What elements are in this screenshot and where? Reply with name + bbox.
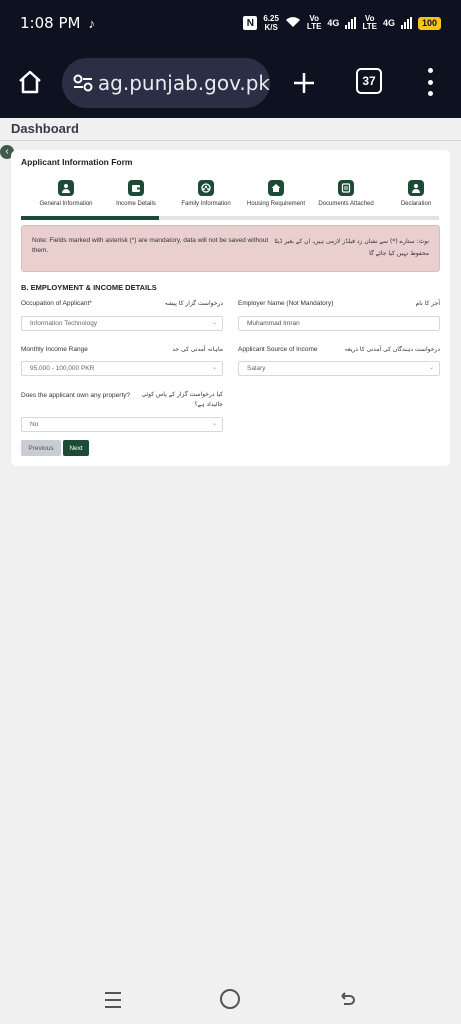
site-settings-icon[interactable] <box>68 73 98 93</box>
step-label: Family Information <box>181 201 231 207</box>
progress-fill <box>21 216 159 220</box>
chevron-left-icon: ‹ <box>5 146 9 157</box>
home-icon <box>19 70 41 94</box>
recent-apps-button[interactable] <box>105 990 125 1010</box>
mandatory-note: Note: Fields marked with asterisk (*) ar… <box>21 225 440 272</box>
nfc-icon: N <box>243 16 258 30</box>
browser-menu-button[interactable] <box>420 68 440 96</box>
tab-switcher-button[interactable]: 37 <box>356 68 382 94</box>
status-time: 1:08 PM <box>20 14 81 32</box>
system-back-button[interactable] <box>336 988 358 1010</box>
income-source-label-urdu: درخواست دہندگان کی آمدنی کا ذریعہ <box>344 346 440 353</box>
income-range-value: 95,000 - 100,000 PKR <box>30 365 95 372</box>
network-speed-value: 6.25 <box>263 14 279 23</box>
back-arrow-icon <box>341 992 355 1005</box>
chevron-down-icon: ⌄ <box>211 365 217 371</box>
person-icon <box>58 180 74 196</box>
network-speed: 6.25 K/S <box>263 14 279 32</box>
occupation-value: Information Technology <box>30 320 98 327</box>
plus-icon <box>294 73 314 93</box>
signal-bars-1-icon <box>345 17 357 29</box>
step-label: Documents Attached <box>318 201 374 207</box>
url-text[interactable]: ag.punjab.gov.pk <box>98 71 270 95</box>
volte-indicator-1: Vo LTE <box>307 15 322 31</box>
network-gen-2: 4G <box>382 18 395 28</box>
address-bar[interactable]: ag.punjab.gov.pk <box>62 58 270 108</box>
income-range-select[interactable]: 95,000 - 100,000 PKR ⌄ <box>21 361 223 376</box>
battery-icon: 100 <box>417 16 441 30</box>
occupation-label-urdu: درخواست گزار کا پیشہ <box>164 300 223 307</box>
system-navigation-bar <box>0 980 461 1024</box>
note-urdu: نوٹ: ستارے (*) سے نشان زد فیلڈز لازمی ہی… <box>274 238 429 257</box>
volte-1-bottom: LTE <box>306 22 322 31</box>
house-icon <box>268 180 284 196</box>
browser-home-button[interactable] <box>0 46 60 118</box>
step-declaration[interactable]: Declaration <box>378 180 454 207</box>
property-label: Does the applicant own any property? <box>21 392 131 399</box>
property-value: No <box>30 421 39 428</box>
income-source-value: Salary <box>247 365 266 372</box>
network-gen-1: 4G <box>327 18 340 28</box>
chevron-down-icon: ⌄ <box>211 421 217 427</box>
occupation-select[interactable]: Information Technology ⌄ <box>21 316 223 331</box>
chevron-down-icon: ⌄ <box>428 365 434 371</box>
signal-bars-2-icon <box>400 17 412 29</box>
income-source-select[interactable]: Salary ⌄ <box>238 361 440 376</box>
step-label: Housing Requirement <box>246 201 306 207</box>
title-divider <box>0 140 461 141</box>
page-title: Dashboard <box>11 121 79 136</box>
document-icon <box>338 180 354 196</box>
step-label: Declaration <box>400 201 432 207</box>
property-select[interactable]: No ⌄ <box>21 417 223 432</box>
wifi-icon <box>285 15 301 31</box>
occupation-label: Occupation of Applicant* <box>21 300 92 307</box>
new-tab-button[interactable] <box>285 64 323 102</box>
music-note-icon: ♪ <box>88 15 95 31</box>
income-source-label: Applicant Source of Income <box>238 346 318 353</box>
step-housing-requirement[interactable]: Housing Requirement <box>238 180 314 207</box>
network-speed-unit: K/S <box>264 23 278 32</box>
employer-label-urdu: آجر کا نام <box>415 300 440 307</box>
employer-label: Employer Name (Not Mandatory) <box>238 300 334 307</box>
step-income-details[interactable]: Income Details <box>98 180 174 207</box>
page-content: Dashboard ‹ Applicant Information Form G… <box>0 118 461 980</box>
status-bar: 1:08 PM ♪ N 6.25 K/S Vo LTE 4G Vo LTE 4G… <box>0 0 461 46</box>
status-indicators: N 6.25 K/S Vo LTE 4G Vo LTE 4G 100 <box>243 14 441 32</box>
progress-track <box>21 216 439 220</box>
form-title: Applicant Information Form <box>21 157 133 167</box>
browser-toolbar: ag.punjab.gov.pk 37 <box>0 46 461 118</box>
family-icon <box>198 180 214 196</box>
chevron-down-icon: ⌄ <box>211 320 217 326</box>
next-button[interactable]: Next <box>63 440 89 456</box>
note-english: Note: Fields marked with asterisk (*) ar… <box>32 237 269 254</box>
employer-name-input[interactable]: Muhammad Imran <box>238 316 440 331</box>
system-home-button[interactable] <box>220 989 240 1009</box>
section-title: B. EMPLOYMENT & INCOME DETAILS <box>21 283 157 292</box>
previous-button[interactable]: Previous <box>21 440 61 456</box>
step-family-information[interactable]: Family Information <box>168 180 244 207</box>
volte-2-bottom: LTE <box>362 22 377 31</box>
income-range-label-urdu: ماہانہ آمدنی کی حد <box>172 346 223 353</box>
form-stepper: General Information Income Details Famil… <box>21 180 439 222</box>
income-range-label: Monthly Income Range <box>21 346 88 353</box>
wallet-icon <box>128 180 144 196</box>
volte-indicator-2: Vo LTE <box>362 15 377 31</box>
step-documents-attached[interactable]: Documents Attached <box>308 180 384 207</box>
step-general-information[interactable]: General Information <box>28 180 104 207</box>
property-label-urdu: کیا درخواست گزار کے پاس کوئی جائیداد ہے؟ <box>141 391 223 408</box>
step-label: Income Details <box>116 201 156 207</box>
applicant-form-card: Applicant Information Form General Infor… <box>11 150 450 466</box>
step-label: General Information <box>39 201 93 207</box>
person-icon <box>408 180 424 196</box>
